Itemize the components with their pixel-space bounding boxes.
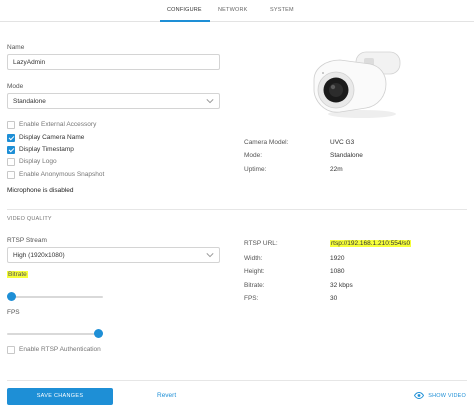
eye-icon — [414, 392, 425, 399]
stream-bitrate-key: Bitrate: — [244, 282, 265, 289]
stream-fps-key: FPS: — [244, 295, 259, 302]
tab-network[interactable]: NETWORK — [218, 7, 248, 13]
stream-bitrate-value: 32 kbps — [330, 282, 353, 289]
bitrate-slider-thumb[interactable] — [7, 292, 16, 301]
checkbox-rtsp-authentication[interactable]: Enable RTSP Authentication — [7, 345, 101, 354]
checkbox-label: Display Logo — [19, 158, 57, 165]
checkbox-box[interactable] — [7, 145, 15, 154]
uptime-key: Uptime: — [244, 166, 267, 173]
checkbox-anonymous-snapshot[interactable]: Enable Anonymous Snapshot — [7, 170, 104, 179]
checkbox-label: Enable Anonymous Snapshot — [19, 171, 105, 178]
mode-label: Mode — [7, 83, 24, 90]
height-key: Height: — [244, 268, 265, 275]
bitrate-label: Bitrate — [7, 271, 28, 278]
rtsp-stream-value: High (1920x1080) — [13, 252, 65, 259]
chevron-down-icon — [206, 99, 214, 104]
chevron-down-icon — [206, 253, 214, 258]
camera-mode-key: Mode: — [244, 152, 263, 159]
stream-fps-value: 30 — [330, 295, 338, 302]
checkbox-display-timestamp[interactable]: Display Timestamp — [7, 145, 74, 154]
checkbox-box[interactable] — [7, 170, 15, 179]
rtsp-stream-label: RTSP Stream — [7, 237, 47, 244]
show-video-button[interactable]: SHOW VIDEO — [414, 392, 466, 399]
rtsp-url-key: RTSP URL: — [244, 240, 278, 247]
name-input[interactable]: LazyAdmin — [7, 54, 220, 70]
camera-model-key: Camera Model: — [244, 139, 289, 146]
name-input-value: LazyAdmin — [13, 59, 46, 66]
active-tab-indicator — [160, 20, 210, 22]
height-value: 1080 — [330, 268, 345, 275]
bitrate-label-text: Bitrate — [7, 271, 28, 278]
checkbox-label: Enable RTSP Authentication — [19, 346, 101, 353]
checkbox-external-accessory[interactable]: Enable External Accessory — [7, 120, 96, 129]
revert-link[interactable]: Revert — [157, 392, 176, 399]
checkbox-display-logo[interactable]: Display Logo — [7, 157, 57, 166]
width-value: 1920 — [330, 255, 345, 262]
uptime-value: 22m — [330, 166, 343, 173]
rtsp-stream-select[interactable]: High (1920x1080) — [7, 247, 220, 263]
rtsp-url-text: rtsp://192.168.1.210:554/s0 — [330, 240, 412, 247]
save-changes-button[interactable]: SAVE CHANGES — [7, 388, 113, 405]
fps-label: FPS — [7, 309, 20, 316]
checkbox-box[interactable] — [7, 120, 15, 129]
section-divider — [7, 209, 467, 210]
video-quality-title: VIDEO QUALITY — [7, 216, 52, 222]
checkbox-box[interactable] — [7, 345, 15, 354]
footer-divider — [7, 380, 467, 381]
tab-bar: CONFIGURE NETWORK SYSTEM — [0, 0, 474, 22]
name-label: Name — [7, 44, 25, 51]
tab-configure[interactable]: CONFIGURE — [167, 7, 202, 13]
width-key: Width: — [244, 255, 263, 262]
camera-model-value: UVC G3 — [330, 139, 355, 146]
camera-image — [313, 51, 401, 118]
checkbox-label: Display Camera Name — [19, 134, 85, 141]
show-video-label: SHOW VIDEO — [428, 392, 466, 399]
fps-slider-track[interactable] — [7, 333, 103, 335]
camera-mode-value: Standalone — [330, 152, 363, 159]
mode-select-value: Standalone — [13, 98, 46, 105]
microphone-status: Microphone is disabled — [7, 187, 74, 194]
checkbox-display-camera-name[interactable]: Display Camera Name — [7, 133, 84, 142]
fps-slider-thumb[interactable] — [94, 329, 103, 338]
checkbox-box[interactable] — [7, 157, 15, 166]
tab-system[interactable]: SYSTEM — [270, 7, 294, 13]
checkbox-box[interactable] — [7, 133, 15, 142]
mode-select[interactable]: Standalone — [7, 93, 220, 109]
checkbox-label: Enable External Accessory — [19, 121, 97, 128]
checkbox-label: Display Timestamp — [19, 146, 74, 153]
rtsp-url-value[interactable]: rtsp://192.168.1.210:554/s0 — [330, 240, 412, 247]
bitrate-slider-track[interactable] — [7, 296, 103, 298]
